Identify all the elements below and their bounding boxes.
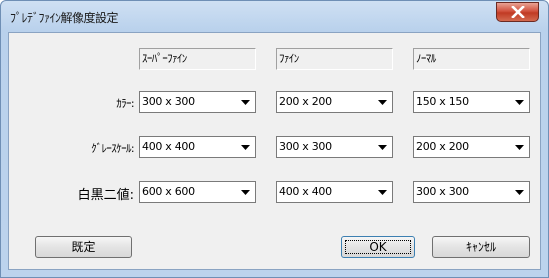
chevron-down-icon[interactable] bbox=[237, 138, 254, 156]
ok-button[interactable]: OK bbox=[341, 236, 415, 258]
select-value: 300 x 300 bbox=[416, 185, 469, 198]
column-header-fine: ﾌｧｲﾝ bbox=[276, 48, 393, 70]
title-bar[interactable]: ﾌﾟﾚﾃﾞﾌｧｲﾝ解像度設定 bbox=[1, 1, 548, 31]
select-value: 200 x 200 bbox=[416, 140, 469, 153]
color-fine-select[interactable]: 200 x 200 bbox=[276, 91, 393, 113]
select-value: 150 x 150 bbox=[416, 95, 469, 108]
chevron-down-icon[interactable] bbox=[374, 183, 391, 201]
chevron-down-icon[interactable] bbox=[511, 138, 528, 156]
close-button[interactable] bbox=[496, 2, 539, 22]
row-label-color: ｶﾗｰ: bbox=[116, 97, 134, 110]
chevron-down-icon[interactable] bbox=[511, 183, 528, 201]
color-normal-select[interactable]: 150 x 150 bbox=[413, 91, 530, 113]
chevron-down-icon[interactable] bbox=[237, 93, 254, 111]
grayscale-normal-select[interactable]: 200 x 200 bbox=[413, 136, 530, 158]
monochrome-normal-select[interactable]: 300 x 300 bbox=[413, 181, 530, 203]
dialog-window: ﾌﾟﾚﾃﾞﾌｧｲﾝ解像度設定 ｽｰﾊﾟｰﾌｧｲﾝ ﾌｧｲﾝ ﾉｰﾏﾙ ｶﾗｰ: … bbox=[0, 0, 549, 278]
monochrome-superfine-select[interactable]: 600 x 600 bbox=[139, 181, 256, 203]
select-value: 400 x 400 bbox=[142, 140, 195, 153]
cancel-button-label: ｷｬﾝｾﾙ bbox=[465, 240, 496, 254]
cancel-button[interactable]: ｷｬﾝｾﾙ bbox=[432, 236, 530, 258]
column-header-normal: ﾉｰﾏﾙ bbox=[413, 48, 530, 70]
chevron-down-icon[interactable] bbox=[374, 138, 391, 156]
dialog-client-area: ｽｰﾊﾟｰﾌｧｲﾝ ﾌｧｲﾝ ﾉｰﾏﾙ ｶﾗｰ: 300 x 300 200 x… bbox=[8, 32, 541, 270]
chevron-down-icon[interactable] bbox=[374, 93, 391, 111]
select-value: 200 x 200 bbox=[279, 95, 332, 108]
select-value: 600 x 600 bbox=[142, 185, 195, 198]
default-button-label: 既定 bbox=[71, 240, 96, 254]
select-value: 300 x 300 bbox=[279, 140, 332, 153]
row-label-grayscale: ｸﾞﾚｰｽｹｰﾙ: bbox=[91, 142, 135, 155]
select-value: 400 x 400 bbox=[279, 185, 332, 198]
chevron-down-icon[interactable] bbox=[511, 93, 528, 111]
select-value: 300 x 300 bbox=[142, 95, 195, 108]
focus-rectangle bbox=[345, 240, 411, 254]
window-title: ﾌﾟﾚﾃﾞﾌｧｲﾝ解像度設定 bbox=[10, 11, 119, 25]
row-label-monochrome: 白黒二値: bbox=[77, 188, 134, 203]
monochrome-fine-select[interactable]: 400 x 400 bbox=[276, 181, 393, 203]
column-header-superfine: ｽｰﾊﾟｰﾌｧｲﾝ bbox=[139, 48, 256, 70]
color-superfine-select[interactable]: 300 x 300 bbox=[139, 91, 256, 113]
grayscale-superfine-select[interactable]: 400 x 400 bbox=[139, 136, 256, 158]
grayscale-fine-select[interactable]: 300 x 300 bbox=[276, 136, 393, 158]
default-button[interactable]: 既定 bbox=[35, 236, 132, 258]
chevron-down-icon[interactable] bbox=[237, 183, 254, 201]
